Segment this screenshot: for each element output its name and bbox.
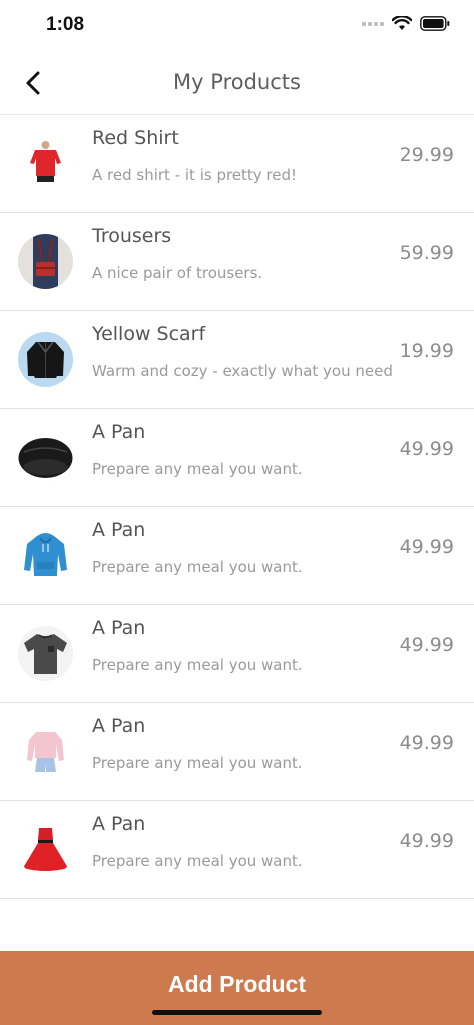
product-row[interactable]: A Pan Prepare any meal you want. 49.99 xyxy=(0,507,474,605)
product-description: Warm and cozy - exactly what you need xyxy=(92,362,393,380)
product-title: A Pan xyxy=(92,519,146,541)
product-title: Yellow Scarf xyxy=(92,323,206,345)
product-price: 49.99 xyxy=(399,536,454,558)
product-row[interactable]: Yellow Scarf Warm and cozy - exactly wha… xyxy=(0,311,474,409)
home-indicator xyxy=(152,1010,322,1015)
pink-sweater-image xyxy=(18,724,73,779)
black-beanie-image xyxy=(18,430,73,485)
product-title: Trousers xyxy=(92,225,172,247)
red-dress-image xyxy=(18,822,73,877)
product-row[interactable]: A Pan Prepare any meal you want. 49.99 xyxy=(0,703,474,801)
product-description: A red shirt - it is pretty red! xyxy=(92,166,298,184)
product-row[interactable]: A Pan Prepare any meal you want. 49.99 xyxy=(0,409,474,507)
product-title: A Pan xyxy=(92,813,146,835)
add-product-button-label: Add Product xyxy=(168,971,306,997)
status-bar: 1:08 xyxy=(0,0,474,50)
wifi-icon xyxy=(392,16,412,30)
product-list: Red Shirt A red shirt - it is pretty red… xyxy=(0,115,474,899)
product-price: 29.99 xyxy=(399,144,454,166)
product-title: A Pan xyxy=(92,421,146,443)
page-title: My Products xyxy=(173,70,301,94)
product-description: A nice pair of trousers. xyxy=(92,264,263,282)
product-price: 49.99 xyxy=(399,830,454,852)
product-price: 59.99 xyxy=(399,242,454,264)
cellular-signal-icon xyxy=(362,21,384,26)
product-title: Red Shirt xyxy=(92,127,179,149)
navigation-bar: My Products xyxy=(0,52,474,115)
product-price: 49.99 xyxy=(399,634,454,656)
product-price: 19.99 xyxy=(399,340,454,362)
grey-tshirt-image xyxy=(18,626,73,681)
product-row[interactable]: A Pan Prepare any meal you want. 49.99 xyxy=(0,605,474,703)
product-row[interactable]: Red Shirt A red shirt - it is pretty red… xyxy=(0,115,474,213)
product-price: 49.99 xyxy=(399,438,454,460)
blue-hoodie-image xyxy=(18,528,73,583)
status-time: 1:08 xyxy=(46,14,85,35)
leather-jacket-image xyxy=(18,332,73,387)
product-title: A Pan xyxy=(92,617,146,639)
product-price: 49.99 xyxy=(399,732,454,754)
product-description: Prepare any meal you want. xyxy=(92,656,303,674)
product-row[interactable]: A Pan Prepare any meal you want. 49.99 xyxy=(0,801,474,899)
battery-icon xyxy=(420,16,450,31)
product-description: Prepare any meal you want. xyxy=(92,460,303,478)
product-title: A Pan xyxy=(92,715,146,737)
product-description: Prepare any meal you want. xyxy=(92,852,303,870)
status-icons xyxy=(362,16,450,31)
red-shirt-image xyxy=(18,136,73,191)
product-description: Prepare any meal you want. xyxy=(92,754,303,772)
product-description: Prepare any meal you want. xyxy=(92,558,303,576)
product-row[interactable]: Trousers A nice pair of trousers. 59.99 xyxy=(0,213,474,311)
red-bag-image xyxy=(18,234,73,289)
